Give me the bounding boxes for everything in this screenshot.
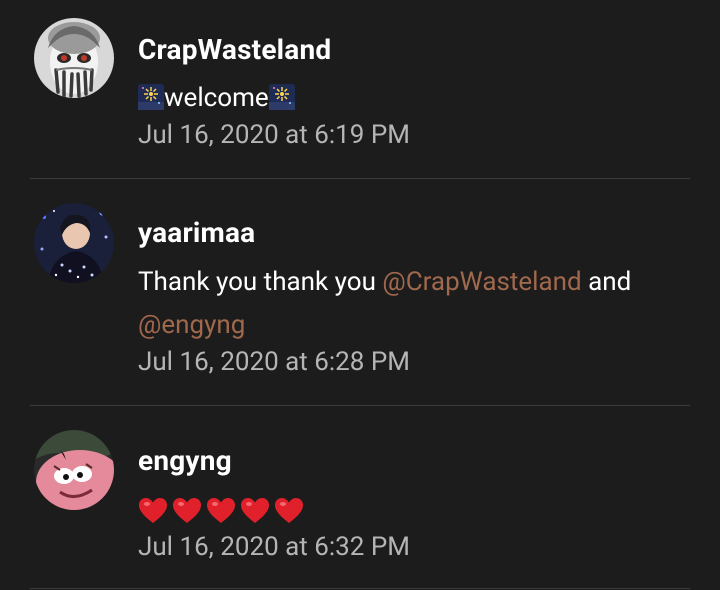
comment-item: CrapWasteland welcome Jul 16, 2020 at 6:… bbox=[0, 0, 720, 178]
red-heart-icon bbox=[172, 497, 202, 525]
heart-emoji-row bbox=[138, 497, 304, 525]
comment-body bbox=[138, 490, 698, 533]
comment-username[interactable]: yaarimaa bbox=[138, 216, 255, 249]
avatar[interactable] bbox=[34, 18, 114, 98]
mention-link[interactable]: @CrapWasteland bbox=[382, 267, 581, 297]
red-heart-icon bbox=[138, 497, 168, 525]
fireworks-icon bbox=[138, 84, 164, 110]
comment-body: Thank you thank you @CrapWasteland and @… bbox=[138, 261, 698, 347]
comment-body: welcome bbox=[138, 77, 698, 120]
sparkle-portrait-avatar-icon bbox=[34, 203, 114, 283]
comment-list: CrapWasteland welcome Jul 16, 2020 at 6:… bbox=[0, 0, 720, 590]
avatar[interactable] bbox=[34, 430, 114, 510]
comment-message: welcome bbox=[164, 83, 269, 113]
divider bbox=[30, 588, 690, 589]
masked-face-avatar-icon bbox=[34, 18, 114, 98]
comment-timestamp: Jul 16, 2020 at 6:19 PM bbox=[138, 120, 410, 150]
patrick-avatar-icon bbox=[34, 430, 114, 510]
fireworks-icon bbox=[268, 84, 295, 110]
red-heart-icon bbox=[274, 497, 304, 525]
comment-timestamp: Jul 16, 2020 at 6:28 PM bbox=[138, 347, 410, 377]
comment-message-text: Thank you thank you bbox=[138, 267, 383, 297]
comment-item: yaarimaa Thank you thank you @CrapWastel… bbox=[0, 179, 720, 405]
comment-timestamp: Jul 16, 2020 at 6:32 PM bbox=[138, 532, 410, 562]
avatar[interactable] bbox=[34, 203, 114, 283]
comment-message-text: and bbox=[581, 267, 632, 297]
comment-item: engyng Jul 16, 2020 at 6:32 PM bbox=[0, 406, 720, 590]
red-heart-icon bbox=[206, 497, 236, 525]
comment-username[interactable]: engyng bbox=[138, 444, 232, 477]
comment-username[interactable]: CrapWasteland bbox=[138, 33, 331, 66]
red-heart-icon bbox=[240, 497, 270, 525]
mention-link[interactable]: @engyng bbox=[138, 310, 245, 340]
